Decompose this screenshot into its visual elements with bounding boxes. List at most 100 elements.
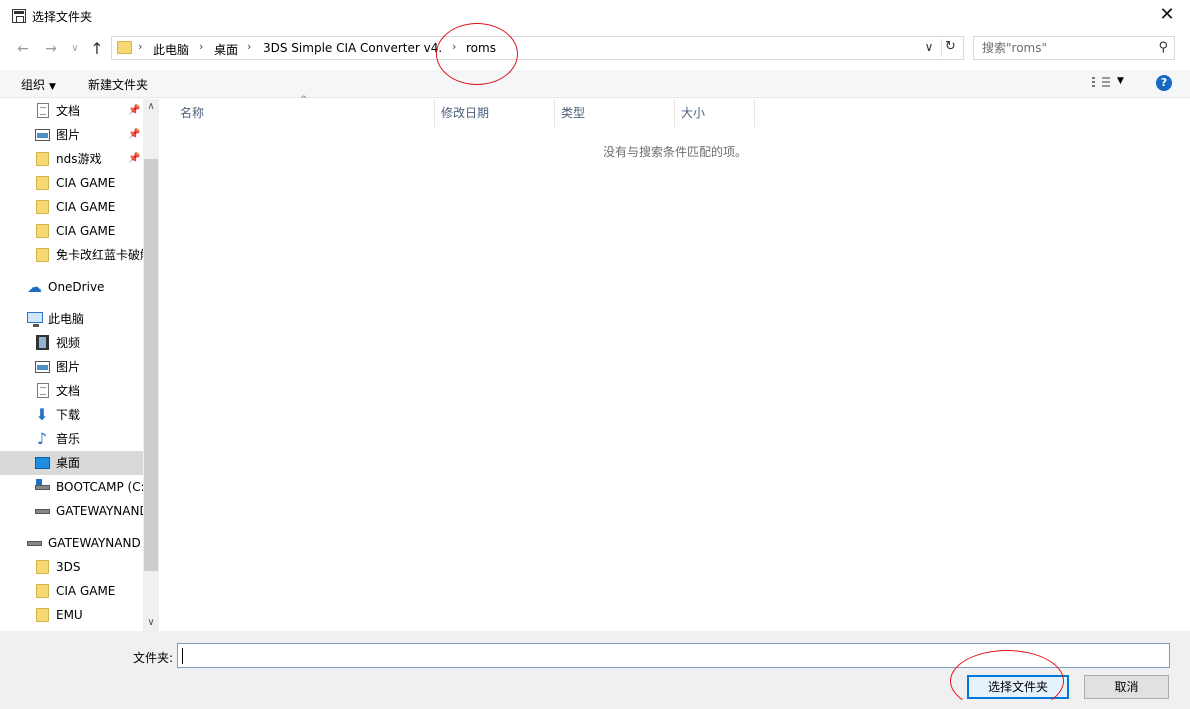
- breadcrumb-converter-folder[interactable]: 3DS Simple CIA Converter v4.3: [263, 41, 441, 55]
- breadcrumb-roms[interactable]: roms: [466, 41, 496, 55]
- scrollbar-thumb[interactable]: [144, 159, 158, 571]
- refresh-icon[interactable]: ↻: [941, 39, 959, 57]
- sidebar-item-documents-pinned[interactable]: 文档 📌: [0, 99, 143, 123]
- sidebar-item-documents[interactable]: 文档: [0, 379, 143, 403]
- search-input[interactable]: 搜索"roms" ⚲: [973, 36, 1175, 60]
- sidebar-item-card-crack-folder[interactable]: 免卡改红蓝卡破解: [0, 243, 143, 267]
- column-header-type[interactable]: 类型: [555, 99, 675, 127]
- column-header-size[interactable]: 大小: [675, 99, 755, 127]
- pin-icon[interactable]: 📌: [128, 99, 140, 123]
- onedrive-cloud-icon: ☁: [27, 278, 42, 296]
- dialog-footer: 文件夹: 选择文件夹 取消: [0, 631, 1190, 709]
- window-title: 选择文件夹: [32, 10, 93, 24]
- sidebar-item-cia-game[interactable]: CIA GAME: [0, 195, 143, 219]
- sidebar-item-label: BOOTCAMP (C:): [56, 480, 143, 494]
- sidebar-item-label: CIA GAME: [56, 176, 116, 190]
- up-arrow-icon[interactable]: ↑: [88, 40, 106, 58]
- file-list: ^ 名称 修改日期 类型 大小 没有与搜索条件匹配的项。: [160, 95, 1190, 631]
- sidebar-item-cia-game[interactable]: CIA GAME: [0, 579, 143, 603]
- caret-down-icon: ▼: [49, 82, 56, 92]
- sidebar-item-nds-games[interactable]: nds游戏 📌: [0, 147, 143, 171]
- pin-icon[interactable]: 📌: [128, 147, 140, 171]
- sidebar-item-label: 此电脑: [48, 312, 85, 326]
- pin-icon[interactable]: 📌: [128, 123, 140, 147]
- command-toolbar: 组织 ▼ 新建文件夹 ▼ ?: [0, 70, 1190, 98]
- drive-icon: [35, 509, 50, 514]
- sidebar-item-this-pc[interactable]: 此电脑: [0, 307, 143, 331]
- search-icon[interactable]: ⚲: [1158, 37, 1168, 59]
- picture-icon: [35, 129, 50, 141]
- new-folder-button[interactable]: 新建文件夹: [88, 76, 148, 93]
- sidebar-item-3ds-folder[interactable]: 3DS: [0, 555, 143, 579]
- sidebar-item-label: 下载: [56, 408, 81, 422]
- breadcrumb-separator-icon[interactable]: ›: [247, 40, 251, 53]
- title-bar: 选择文件夹 ✕: [0, 0, 1190, 32]
- folder-icon: [117, 41, 132, 54]
- text-cursor: [182, 648, 183, 664]
- sidebar-item-label: CIA GAME: [56, 224, 116, 238]
- sidebar-scrollbar[interactable]: ∧ ∨: [143, 99, 159, 631]
- close-icon[interactable]: ✕: [1144, 0, 1190, 32]
- sidebar-item-onedrive[interactable]: ☁ OneDrive: [0, 275, 143, 299]
- breadcrumb-separator-icon[interactable]: ›: [452, 40, 456, 53]
- caret-down-icon[interactable]: ▼: [1117, 76, 1124, 86]
- sidebar-item-label: 文档: [56, 384, 81, 398]
- sidebar-item-label: 免卡改红蓝卡破解: [56, 248, 143, 262]
- folder-icon: [36, 152, 49, 166]
- drive-icon: [27, 541, 42, 546]
- forward-arrow-icon[interactable]: →: [42, 40, 60, 58]
- chevron-down-icon[interactable]: ∨: [921, 40, 937, 56]
- desktop-icon: [35, 457, 50, 469]
- document-icon: [37, 383, 49, 398]
- cancel-button[interactable]: 取消: [1084, 675, 1169, 699]
- sidebar-item-downloads[interactable]: ⬇ 下载: [0, 403, 143, 427]
- navigation-pane: 文档 📌 图片 📌 nds游戏 📌 CIA GAME CIA GAME CIA …: [0, 99, 159, 631]
- sidebar-item-gatewaynand-drive[interactable]: GATEWAYNAND: [0, 499, 143, 523]
- select-folder-button[interactable]: 选择文件夹: [967, 675, 1069, 699]
- breadcrumb-separator-icon[interactable]: ›: [199, 40, 203, 53]
- sidebar-item-label: 图片: [56, 128, 81, 142]
- sidebar-item-label: EMU: [56, 608, 83, 622]
- breadcrumb-this-pc[interactable]: 此电脑: [153, 41, 189, 58]
- sidebar-item-label: 桌面: [56, 456, 81, 470]
- sidebar-item-cia-game[interactable]: CIA GAME: [0, 219, 143, 243]
- sidebar-item-gatewaynand-root[interactable]: GATEWAYNAND: [0, 531, 143, 555]
- view-options-icon[interactable]: [1092, 77, 1110, 89]
- folder-icon: [36, 224, 49, 238]
- music-note-icon: ♪: [36, 429, 48, 448]
- scroll-down-icon[interactable]: ∨: [143, 615, 159, 631]
- column-header-modified[interactable]: 修改日期: [435, 99, 555, 127]
- recent-locations-icon[interactable]: ∨: [66, 40, 84, 58]
- sidebar-item-bootcamp-drive[interactable]: BOOTCAMP (C:): [0, 475, 143, 499]
- breadcrumb-separator-icon[interactable]: ›: [138, 40, 142, 53]
- picture-icon: [35, 361, 50, 373]
- sidebar-item-emu-folder[interactable]: EMU: [0, 603, 143, 627]
- sidebar-item-music[interactable]: ♪ 音乐: [0, 427, 143, 451]
- sidebar-item-pictures-pinned[interactable]: 图片 📌: [0, 123, 143, 147]
- column-header-name[interactable]: 名称: [160, 99, 435, 127]
- sidebar-item-label: GATEWAYNAND: [48, 536, 141, 550]
- address-bar[interactable]: › 此电脑 › 桌面 › 3DS Simple CIA Converter v4…: [111, 36, 964, 60]
- folder-icon: [36, 584, 49, 598]
- breadcrumb-desktop[interactable]: 桌面: [214, 41, 238, 58]
- help-icon[interactable]: ?: [1156, 75, 1172, 91]
- scroll-up-icon[interactable]: ∧: [143, 99, 159, 115]
- sidebar-item-label: CIA GAME: [56, 584, 116, 598]
- folder-name-input[interactable]: [177, 643, 1170, 668]
- navigation-bar: ← → ∨ ↑ › 此电脑 › 桌面 › 3DS Simple CIA Conv…: [0, 32, 1190, 66]
- folder-icon: [36, 176, 49, 190]
- empty-message: 没有与搜索条件匹配的项。: [603, 145, 748, 159]
- back-arrow-icon[interactable]: ←: [14, 40, 32, 58]
- sidebar-item-label: GATEWAYNAND: [56, 504, 143, 518]
- computer-icon: [27, 312, 43, 327]
- organize-menu[interactable]: 组织 ▼: [21, 76, 56, 93]
- sidebar-item-videos[interactable]: 视频: [0, 331, 143, 355]
- folder-label: 文件夹:: [133, 651, 174, 665]
- document-icon: [37, 103, 49, 118]
- sidebar-item-cia-game[interactable]: CIA GAME: [0, 171, 143, 195]
- folder-icon: [36, 200, 49, 214]
- sidebar-item-pictures[interactable]: 图片: [0, 355, 143, 379]
- sidebar-item-desktop[interactable]: 桌面: [0, 451, 143, 475]
- app-icon: [12, 9, 26, 23]
- sidebar-item-label: 图片: [56, 360, 81, 374]
